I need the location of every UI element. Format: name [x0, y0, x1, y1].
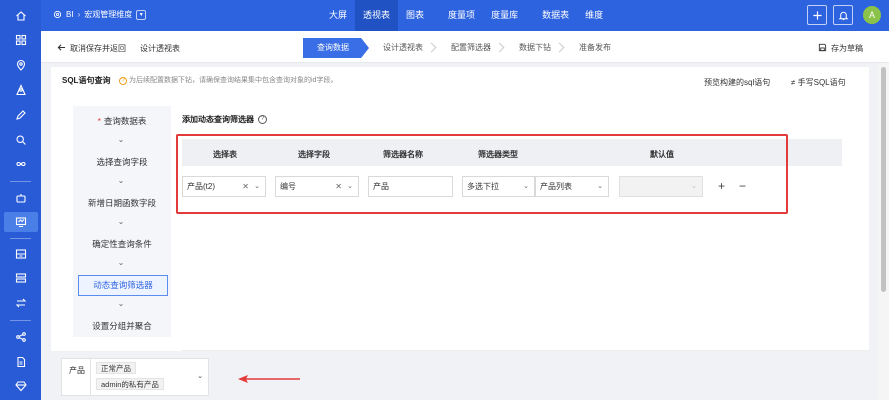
chevron-down-icon: ⌄	[117, 135, 125, 144]
arrow-left-icon	[57, 43, 66, 54]
nav-item-dimension[interactable]: 维度	[577, 0, 611, 31]
vstep-date-function[interactable]: 新增日期函数字段	[73, 197, 171, 209]
breadcrumb-home[interactable]: BI	[66, 10, 74, 19]
home-icon[interactable]	[4, 6, 38, 26]
help-icon: ?	[119, 77, 127, 85]
bell-icon[interactable]	[833, 5, 853, 25]
archive-icon[interactable]	[4, 244, 38, 264]
filter-preview-label: 产品	[69, 366, 85, 375]
wizard-steps: 查询数据 设计透视表 配置筛选器 数据下钻 准备发布	[303, 38, 625, 58]
arrow-left-icon	[238, 375, 300, 383]
save-icon	[818, 43, 827, 54]
monitor-icon[interactable]	[4, 212, 38, 232]
diamond-icon[interactable]	[4, 376, 38, 396]
vstep-select-fields[interactable]: 选择查询字段	[73, 156, 171, 168]
hand-sql-label: 手写SQL语句	[797, 78, 846, 87]
top-bar: BI › 宏观管理维度 ▾ 大屏 透视表 图表 度量项 度量库 数据表 维度 A	[41, 0, 889, 31]
avatar[interactable]: A	[863, 6, 881, 24]
breadcrumb: BI › 宏观管理维度 ▾	[53, 9, 147, 20]
hand-sql-link[interactable]: ≠ 手写SQL语句	[791, 77, 846, 88]
filter-preview-select[interactable]: 正常产品 admin的私有产品 ⌄	[90, 359, 209, 395]
nav-item-chart[interactable]: 图表	[398, 0, 432, 31]
step-query-data[interactable]: 查询数据	[303, 38, 369, 58]
sql-hint-text: 为后续配置数据下钻，请确保查询结果集中包含查询对象的id字段。	[129, 77, 338, 84]
left-rail	[0, 0, 41, 400]
highlight-box	[176, 134, 788, 214]
query-steps: * 查询数据表 ⌄ 选择查询字段 ⌄ 新增日期函数字段 ⌄ 确定性查询条件 ⌄ 动…	[73, 106, 171, 337]
vstep-label: 查询数据表	[103, 116, 147, 126]
step-config-filter[interactable]: 配置筛选器	[437, 38, 505, 58]
scrollbar-thumb[interactable]	[881, 67, 886, 292]
help-icon[interactable]: ?	[258, 115, 267, 124]
settings-icon[interactable]	[53, 10, 62, 19]
document-icon[interactable]	[4, 352, 38, 372]
chevron-down-icon: ⌄	[117, 258, 125, 267]
not-equal-icon: ≠	[791, 78, 796, 87]
selected-tag[interactable]: 正常产品	[96, 362, 136, 374]
top-icons: A	[807, 5, 881, 25]
plus-icon[interactable]	[807, 5, 827, 25]
nav-item-metric[interactable]: 度量项	[440, 0, 483, 31]
robot-icon[interactable]	[4, 188, 38, 208]
scrollbar[interactable]	[878, 63, 889, 400]
vstep-group-aggregate[interactable]: 设置分组并聚合	[73, 320, 171, 332]
breadcrumb-current[interactable]: 宏观管理维度	[84, 9, 132, 20]
rail-divider	[10, 181, 31, 182]
step-publish[interactable]: 准备发布	[565, 38, 625, 58]
pen-icon[interactable]	[4, 105, 38, 125]
person-icon[interactable]	[4, 80, 38, 100]
save-draft-button[interactable]: 存为草稿	[818, 43, 863, 54]
nav-item-metric-lib[interactable]: 度量库	[483, 0, 526, 31]
nav-item-pivot[interactable]: 透视表	[355, 0, 399, 31]
rail-divider	[10, 238, 31, 239]
inbox-icon[interactable]	[4, 268, 38, 288]
sql-hint: ? 为后续配置数据下钻，请确保查询结果集中包含查询对象的id字段。	[119, 75, 337, 85]
sql-query-title: SQL语句查询	[62, 76, 111, 85]
back-button[interactable]: 取消保存并返回	[57, 43, 126, 54]
save-draft-label: 存为草稿	[831, 44, 863, 53]
nav-item-screen[interactable]: 大屏	[321, 0, 355, 31]
page-title: 设计透视表	[140, 44, 180, 53]
grid-icon[interactable]	[4, 30, 38, 50]
vstep-dynamic-filter[interactable]: 动态查询筛选器	[78, 275, 168, 296]
chevron-down-icon: ⌄	[117, 299, 125, 308]
rail-divider	[10, 320, 31, 321]
nav-item-datatable[interactable]: 数据表	[534, 0, 577, 31]
search-icon[interactable]	[4, 130, 38, 150]
divider	[182, 350, 869, 351]
selected-tag[interactable]: admin的私有产品	[96, 378, 164, 390]
filter-preview: 产品 正常产品 admin的私有产品 ⌄	[61, 358, 209, 396]
filter-section-title: 添加动态查询筛选器 ?	[182, 114, 267, 125]
required-mark: *	[97, 116, 101, 126]
infinity-icon[interactable]	[4, 154, 38, 174]
vstep-fixed-conditions[interactable]: 确定性查询条件	[73, 238, 171, 250]
vstep-query-table[interactable]: * 查询数据表	[73, 115, 171, 127]
location-icon[interactable]	[4, 55, 38, 75]
share-icon[interactable]	[4, 327, 38, 347]
chevron-down-icon[interactable]: ▾	[136, 9, 147, 20]
breadcrumb-separator: ›	[77, 10, 81, 19]
step-drilldown[interactable]: 数据下钻	[505, 38, 565, 58]
top-nav: 大屏 透视表 图表 度量项 度量库 数据表 维度	[321, 0, 611, 31]
chevron-down-icon: ⌄	[117, 176, 125, 185]
chevron-down-icon: ⌄	[117, 217, 125, 226]
chevron-down-icon: ⌄	[197, 373, 203, 380]
sub-bar: 取消保存并返回 设计透视表 查询数据 设计透视表 配置筛选器 数据下钻 准备发布…	[41, 31, 889, 63]
filter-title-text: 添加动态查询筛选器	[182, 115, 254, 124]
swap-icon[interactable]	[4, 293, 38, 313]
preview-sql-link[interactable]: 预览构建的sql语句	[704, 77, 770, 88]
step-design-pivot[interactable]: 设计透视表	[369, 38, 437, 58]
back-label: 取消保存并返回	[70, 44, 126, 53]
